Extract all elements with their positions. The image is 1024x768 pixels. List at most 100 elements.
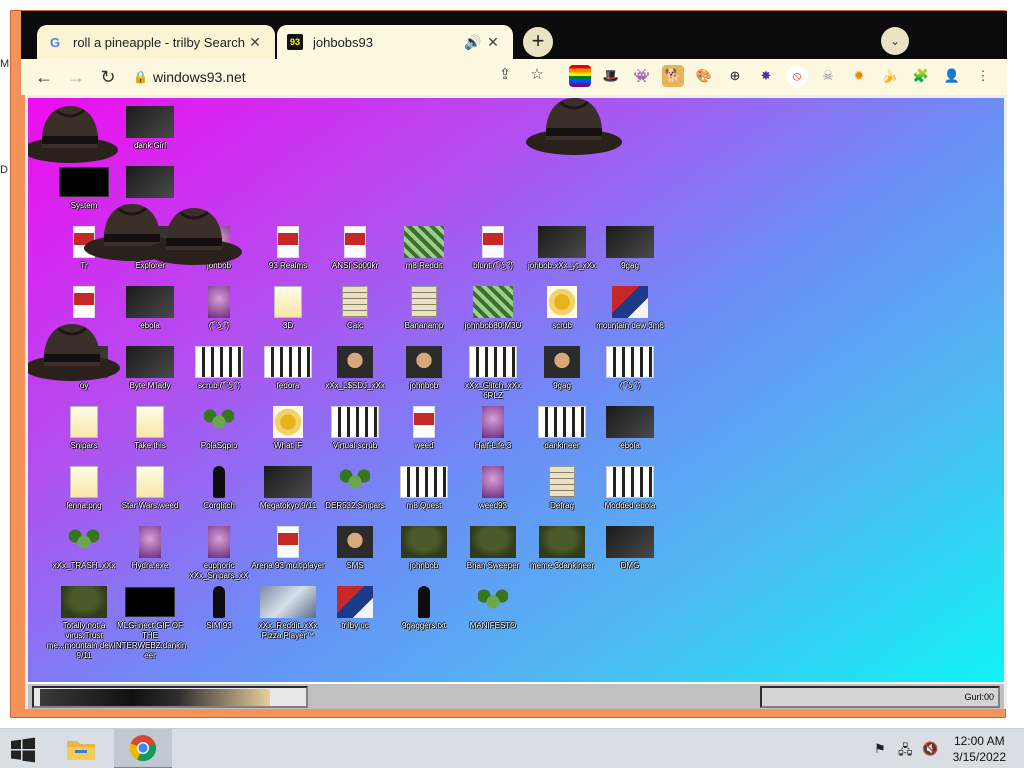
profile-icon[interactable]: 👤 xyxy=(941,65,963,87)
desktop-icon[interactable]: What IF xyxy=(250,406,326,451)
desktop-icon[interactable]: Take this xyxy=(112,406,188,451)
desktop-icon-label: xXx_TRASH_xXx xyxy=(52,561,116,570)
desktop-icon[interactable]: euphoric xXx_Snipars_xX xyxy=(181,526,257,581)
desktop-icon[interactable]: Byte M'lady xyxy=(112,346,188,391)
desktop-icon[interactable]: weed93 xyxy=(455,466,531,511)
pinwheel-icon[interactable]: 🎨 xyxy=(693,65,715,87)
fedora-hat-icon xyxy=(146,208,242,265)
desktop-icon[interactable]: ANSI Sp00kr xyxy=(317,226,393,271)
desktop-icon[interactable]: (͡° ͜ʖ ͡°) xyxy=(592,346,668,391)
desktop-icon[interactable]: Star Wars.weed xyxy=(112,466,188,511)
kebab-menu-icon[interactable]: ⋮ xyxy=(972,65,994,87)
desktop-icon[interactable]: MANIFESTO xyxy=(455,586,531,631)
desktop-icon[interactable]: dankineer xyxy=(524,406,600,451)
bookmark-star-icon[interactable]: ☆ xyxy=(527,65,547,83)
reload-button[interactable]: ↻ xyxy=(93,62,123,92)
desktop-icon[interactable]: ebola xyxy=(112,286,188,331)
desktop-icon[interactable]: Snipars xyxy=(46,406,122,451)
desktop-icon[interactable]: xXx_Reddit_xXx Pizza Player™ xyxy=(250,586,326,641)
chrome-taskbar-button[interactable] xyxy=(114,729,172,768)
desktop-icon[interactable]: Arena 93 multiplayer xyxy=(250,526,326,571)
desktop-icon[interactable]: MLG-inect GIF OF THE INTERWEBZ.dankineer xyxy=(112,586,188,661)
sun-icon[interactable]: ✹ xyxy=(848,65,870,87)
desktop-icon[interactable]: lenna.png xyxy=(46,466,122,511)
desktop-icon[interactable]: mountain dew 3m8 xyxy=(592,286,668,331)
desktop-icon[interactable]: Totally not a virus.Trust me...mountain … xyxy=(46,586,122,661)
block-icon[interactable]: ⦸ xyxy=(786,65,808,87)
desktop-icon[interactable]: Defrag xyxy=(524,466,600,511)
address-bar[interactable]: 🔒 windows93.net xyxy=(133,63,541,91)
desktop-icon[interactable]: DMG xyxy=(592,526,668,571)
doge-icon[interactable]: 🐕 xyxy=(662,65,684,87)
w93-start-button[interactable] xyxy=(32,686,308,708)
desktop-icon[interactable]: SMS xyxy=(317,526,393,571)
img-pyramid-icon xyxy=(112,586,188,618)
desktop-icon[interactable]: 93 Realms xyxy=(250,226,326,271)
system-clock[interactable]: 12:00 AM 3/15/2022 xyxy=(953,733,1006,765)
desktop-icon[interactable]: johnbob80.M3U xyxy=(455,286,531,331)
desktop-icon[interactable]: 9gag xyxy=(592,226,668,271)
desktop-icon[interactable]: johnbob xyxy=(386,526,462,571)
desktop-icon[interactable]: 9gag xyxy=(524,346,600,391)
desktop-icon[interactable]: dank Girl xyxy=(112,106,188,151)
desktop-icon[interactable]: xXx_L$SDJ_xXx xyxy=(317,346,393,391)
desktop-icon[interactable]: johnbob xyxy=(386,346,462,391)
windows-start-button[interactable] xyxy=(10,737,36,763)
tab-johbobs93[interactable]: 93 johbobs93 🔊 ✕ xyxy=(277,25,513,59)
desktop-icon[interactable]: Hydra.exe xyxy=(112,526,188,571)
network-icon[interactable]: 🖧 xyxy=(898,741,913,763)
fedora-icon[interactable]: 🎩 xyxy=(600,65,622,87)
desktop-icon[interactable]: SIM 93 xyxy=(181,586,257,631)
desktop-icon[interactable]: m8 Reddit xyxy=(386,226,462,271)
rainbow-flag-icon[interactable] xyxy=(569,65,591,87)
banana-icon[interactable]: 🍌 xyxy=(879,65,901,87)
desktop-icon[interactable]: Bananamp xyxy=(386,286,462,331)
desktop-icon[interactable]: johbob.xXx_yt_xXx xyxy=(524,226,600,271)
tab-search-button[interactable]: ⌄ xyxy=(881,27,909,55)
img-people-icon xyxy=(524,406,600,438)
desktop-icon[interactable]: Half-Life 3 xyxy=(455,406,531,451)
speaker-muted-icon[interactable]: 🔇 xyxy=(922,741,938,757)
desktop-icon[interactable]: meme 3dankineer xyxy=(524,526,600,571)
desktop-icon[interactable]: Megatokyo 9/11 xyxy=(250,466,326,511)
speaker-icon[interactable]: 🔊 xyxy=(463,34,483,51)
close-icon[interactable]: ✕ xyxy=(245,34,265,51)
new-tab-button[interactable]: + xyxy=(523,27,553,57)
desktop-icon[interactable]: 3D xyxy=(250,286,326,331)
desktop-icon[interactable]: Calc xyxy=(317,286,393,331)
img-sun-icon xyxy=(524,286,600,318)
puzzle-icon[interactable]: 🧩 xyxy=(910,65,932,87)
ghost-icon[interactable]: 👾 xyxy=(631,65,653,87)
tab-search[interactable]: G roll a pineapple - trilby Search ✕ xyxy=(37,25,275,59)
desktop-icon[interactable]: Corglitch xyxy=(181,466,257,511)
desktop-icon[interactable]: fedora xyxy=(250,346,326,391)
desktop-icon[interactable]: (͡° ͜ʖ ͡°) xyxy=(181,286,257,331)
desktop-icon[interactable]: scrub xyxy=(524,286,600,331)
desktop-icon[interactable]: blunt (͡° ͜ʖ ͡°) xyxy=(455,226,531,271)
desktop-icon[interactable]: m8 Quest xyxy=(386,466,462,511)
desktop-icon[interactable]: ebola xyxy=(592,406,668,451)
desktop-icon[interactable]: Modded ebola xyxy=(592,466,668,511)
desktop-icon[interactable]: weed xyxy=(386,406,462,451)
desktop-icon[interactable]: xXx_Glitch_xXx 6RLZ xyxy=(455,346,531,401)
share-icon[interactable]: ⇪ xyxy=(495,65,515,83)
starburst-icon[interactable]: ✸ xyxy=(755,65,777,87)
desktop-icon[interactable]: DER532.Snipars xyxy=(317,466,393,511)
desktop-icon[interactable]: xXx_TRASH_xXx xyxy=(46,526,122,571)
skull-icon[interactable]: ☠ xyxy=(817,65,839,87)
tab-title: johbobs93 xyxy=(313,34,373,50)
compass-icon[interactable]: ⊕ xyxy=(724,65,746,87)
desktop-icon-label: xXx_Reddit_xXx Pizza Player™ xyxy=(258,621,318,640)
forward-button[interactable]: → xyxy=(61,62,91,92)
flag-alert-icon[interactable]: ⚑ xyxy=(874,741,886,757)
desktop-icon[interactable]: scrub (͡° ͜ʖ ͡°) xyxy=(181,346,257,391)
desktop-icon[interactable]: trilby uc xyxy=(317,586,393,631)
back-button[interactable]: ← xyxy=(29,62,59,92)
desktop-icon[interactable]: Brian Sweeper xyxy=(455,526,531,571)
file-explorer-button[interactable] xyxy=(52,729,110,768)
desktop-icon[interactable]: Virtual scrub xyxy=(317,406,393,451)
close-icon[interactable]: ✕ xyxy=(483,34,503,51)
desktop-icon[interactable]: 9gaggers.txt xyxy=(386,586,462,631)
img-tree-icon xyxy=(524,526,600,558)
desktop-icon[interactable]: PolaSqpıɔ xyxy=(181,406,257,451)
